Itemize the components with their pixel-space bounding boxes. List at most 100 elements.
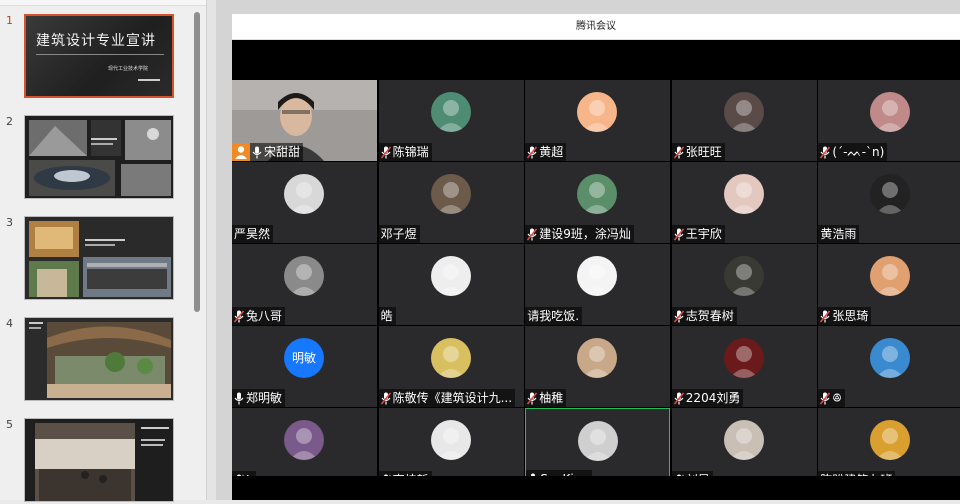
slide-thumbnail-4[interactable] xyxy=(24,317,174,401)
participant-avatar xyxy=(870,174,911,214)
microphone-muted-icon xyxy=(380,145,391,159)
panel-top-border xyxy=(0,0,206,6)
participant-avatar xyxy=(578,421,619,461)
slide-number: 3 xyxy=(6,216,13,229)
participant-avatar xyxy=(430,338,471,378)
slide-thumbnail-panel: 1 建筑设计专业宣讲 现代工业技术学院 2 3 4 5 xyxy=(0,0,206,502)
participant-avatar xyxy=(577,256,618,296)
participant-avatar xyxy=(723,174,764,214)
participant-avatar xyxy=(577,174,618,214)
slide-thumbnail-row[interactable]: 5 xyxy=(0,418,190,504)
slide-number: 1 xyxy=(6,14,13,27)
participant-tile[interactable]: ꔮ xyxy=(818,326,960,407)
participant-name-tag: 陈锦瑞 xyxy=(378,143,432,161)
participant-tile[interactable]: 请我吃饭. xyxy=(525,244,671,325)
participant-name-tag: 张思琦 xyxy=(818,307,872,325)
participant-name-tag: 陈敬传《建筑设计九... xyxy=(378,389,516,407)
slide-thumbnail-row[interactable]: 4 xyxy=(0,317,190,403)
slide-divider xyxy=(36,54,164,55)
slide-image-bamboo-pavilion xyxy=(25,318,173,400)
slide-thumbnail-2[interactable] xyxy=(24,115,174,199)
participant-name-tag: (´-ᨓ-`n) xyxy=(818,143,888,161)
slide-panel-scrollbar[interactable] xyxy=(194,12,200,312)
slide-thumbnail-1[interactable]: 建筑设计专业宣讲 现代工业技术学院 xyxy=(24,14,174,98)
slide-thumbnail-row[interactable]: 2 xyxy=(0,115,190,201)
participant-name: 陈锦瑞 xyxy=(392,145,429,159)
slide-thumbnail-row[interactable]: 1 建筑设计专业宣讲 现代工业技术学院 xyxy=(0,14,190,100)
participant-name: (´-ᨓ-`n) xyxy=(832,145,885,159)
microphone-muted-icon xyxy=(820,309,831,323)
participant-tile[interactable]: 张思琦 xyxy=(818,244,960,325)
participant-name-tag: 柚稚 xyxy=(525,389,567,407)
participant-tile[interactable]: 邓子煜 xyxy=(378,162,524,243)
participant-tile[interactable]: 王宇欣 xyxy=(671,162,817,243)
participant-tile[interactable]: 建设9班，涂冯灿 xyxy=(525,162,671,243)
participant-tile[interactable]: 皓 xyxy=(378,244,524,325)
participant-avatar xyxy=(430,174,471,214)
participant-name: 严昊然 xyxy=(234,227,271,241)
participant-avatar xyxy=(284,174,324,214)
participant-name-tag: 王宇欣 xyxy=(671,225,725,243)
participant-tile[interactable]: 志贺春树 xyxy=(671,244,817,325)
participant-name-tag: 黄浩雨 xyxy=(818,225,860,243)
participant-tile[interactable]: (´-ᨓ-`n) xyxy=(818,80,960,161)
participant-name: 王宇欣 xyxy=(685,227,722,241)
microphone-muted-icon xyxy=(380,391,391,405)
slide-thumbnail-5[interactable] xyxy=(24,418,174,502)
participant-avatar xyxy=(870,256,911,296)
participant-avatar xyxy=(284,256,324,296)
slide-number: 2 xyxy=(6,115,13,128)
microphone-muted-icon xyxy=(527,391,538,405)
participant-tile[interactable]: 柚稚 xyxy=(525,326,671,407)
participant-name: 张思琦 xyxy=(832,309,869,323)
participant-name-tag: 张旺旺 xyxy=(671,143,725,161)
participant-avatar xyxy=(284,420,324,460)
participant-name: 建设9班，涂冯灿 xyxy=(539,227,631,241)
participant-name-tag: 黄超 xyxy=(525,143,567,161)
participant-name: 皓 xyxy=(380,309,393,323)
participant-tile[interactable]: 明敏郑明敏 xyxy=(232,326,377,407)
participant-name-tag: 建设9班，涂冯灿 xyxy=(525,225,634,243)
participant-name: 郑明敏 xyxy=(246,391,283,405)
microphone-muted-icon xyxy=(673,391,684,405)
avatar-initials: 明敏 xyxy=(291,351,316,365)
participant-tile[interactable]: 兔八哥 xyxy=(232,244,377,325)
participant-name: 陈敬传《建筑设计九... xyxy=(392,391,513,405)
microphone-muted-icon xyxy=(527,227,538,241)
meeting-bottom-bar xyxy=(232,476,960,500)
slide-thumbnail-row[interactable]: 3 xyxy=(0,216,190,302)
participant-name-tag: 郑明敏 xyxy=(232,389,286,407)
participant-avatar xyxy=(430,420,471,460)
participant-tile[interactable]: 2204刘勇 xyxy=(671,326,817,407)
participant-tile[interactable]: 陈敬传《建筑设计九... xyxy=(378,326,524,407)
participant-tile[interactable]: 张旺旺 xyxy=(671,80,817,161)
slide-image-interior xyxy=(25,217,173,299)
participant-tile[interactable]: 黄超 xyxy=(525,80,671,161)
participant-name: 请我吃饭. xyxy=(527,309,580,323)
microphone-muted-icon xyxy=(673,145,684,159)
participant-name-tag: 严昊然 xyxy=(232,225,274,243)
participant-name: 兔八哥 xyxy=(246,309,283,323)
slide-subtitle: 现代工业技术学院 xyxy=(108,66,149,72)
participant-avatar xyxy=(577,92,618,132)
participant-tile[interactable]: 黄浩雨 xyxy=(818,162,960,243)
microphone-muted-icon xyxy=(527,145,538,159)
participant-tile[interactable]: 陈锦瑞 xyxy=(378,80,524,161)
slide-thumbnail-3[interactable] xyxy=(24,216,174,300)
participant-name: 黄浩雨 xyxy=(820,227,857,241)
participant-name: ꔮ xyxy=(832,391,842,405)
microphone-muted-icon xyxy=(673,227,684,241)
participant-avatar xyxy=(723,256,764,296)
participant-tile[interactable]: 严昊然 xyxy=(232,162,377,243)
slide-number: 5 xyxy=(6,418,13,431)
slide-decoration xyxy=(138,79,160,81)
microphone-muted-icon xyxy=(820,391,831,405)
participant-tile[interactable]: 宋甜甜 xyxy=(232,80,377,161)
panel-splitter[interactable] xyxy=(206,0,216,500)
participant-name-tag: 2204刘勇 xyxy=(671,389,744,407)
participant-name: 柚稚 xyxy=(539,391,564,405)
meeting-toolbar xyxy=(232,40,960,80)
meeting-window: 腾讯会议 宋甜甜 陈锦瑞 黄超 张旺旺 (´-ᨓ-`n) 严昊然 邓子煜 建设9班，涂冯灿 王宇… xyxy=(232,14,960,500)
participant-name-tag: 志贺春树 xyxy=(671,307,737,325)
microphone-icon xyxy=(234,392,244,405)
